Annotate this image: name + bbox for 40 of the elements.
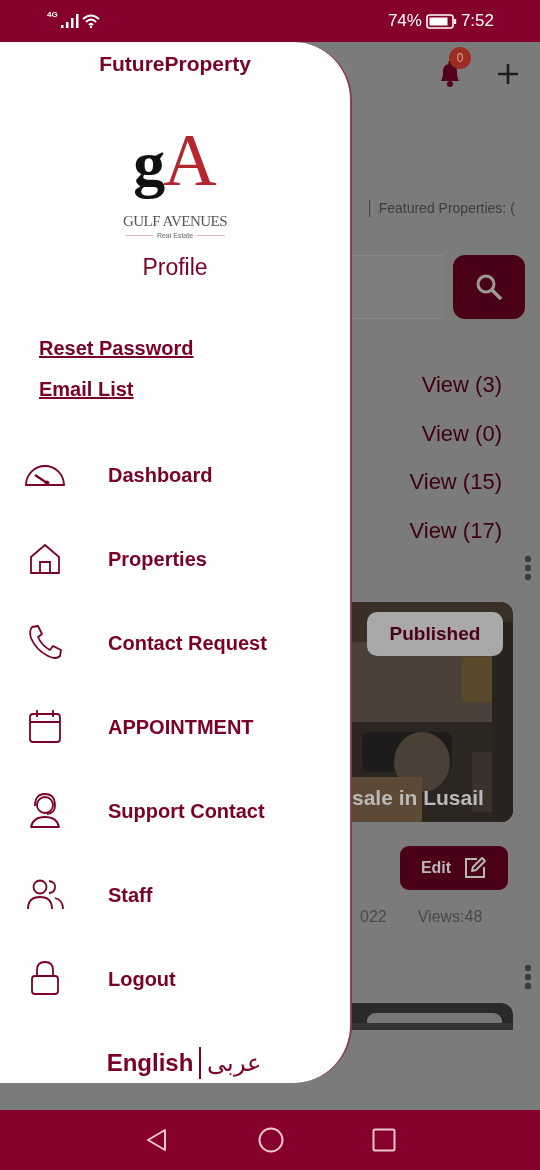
gauge-icon: [25, 464, 65, 486]
battery-icon: [425, 13, 457, 29]
home-button[interactable]: [258, 1127, 284, 1153]
wifi-icon: [81, 14, 100, 28]
view-link[interactable]: View (0): [421, 409, 502, 458]
clock-time: 7:52: [460, 11, 494, 31]
view-link[interactable]: View (17): [409, 506, 502, 555]
menu-item[interactable]: Staff: [0, 853, 350, 937]
menu-item[interactable]: Dashboard: [0, 433, 350, 517]
property-title: sale in Lusail: [352, 786, 484, 810]
battery-percent: 74%: [387, 11, 422, 31]
more-icon[interactable]: [524, 555, 532, 581]
search-button[interactable]: [453, 255, 525, 319]
more-icon[interactable]: [524, 964, 532, 990]
logo-name: GULF AVENUES: [122, 212, 228, 230]
edit-button[interactable]: Edit: [400, 846, 508, 890]
english-link[interactable]: English: [106, 1049, 194, 1077]
network-label: 4G: [47, 10, 58, 19]
stats-text: │ Featured Properties: (: [366, 199, 513, 217]
menu-item[interactable]: Properties: [0, 517, 350, 601]
app-title: FutureProperty: [99, 52, 251, 76]
signal-icon: [60, 14, 79, 28]
account-link[interactable]: Email List: [39, 377, 134, 402]
notification-count: 0: [449, 47, 471, 69]
view-link[interactable]: View (15): [409, 458, 502, 507]
menu-item[interactable]: Contact Request: [0, 601, 350, 685]
account-link[interactable]: Reset Password: [39, 336, 194, 361]
search-field[interactable]: [352, 255, 443, 319]
menu-item[interactable]: Support Contact: [0, 769, 350, 853]
menu-item[interactable]: APPOINTMENT: [0, 685, 350, 769]
add-icon[interactable]: [497, 63, 519, 85]
status-badge: Published: [367, 612, 503, 656]
search-icon: [475, 273, 503, 301]
profile-link[interactable]: Profile: [142, 253, 208, 281]
arabic-link[interactable]: عربى: [207, 1049, 262, 1077]
recents-button[interactable]: [372, 1128, 396, 1152]
menu-item[interactable]: Logout: [0, 937, 350, 1021]
view-link[interactable]: View (3): [421, 361, 502, 410]
logo-monogram: gA: [133, 128, 217, 198]
edit-icon: [463, 856, 488, 880]
